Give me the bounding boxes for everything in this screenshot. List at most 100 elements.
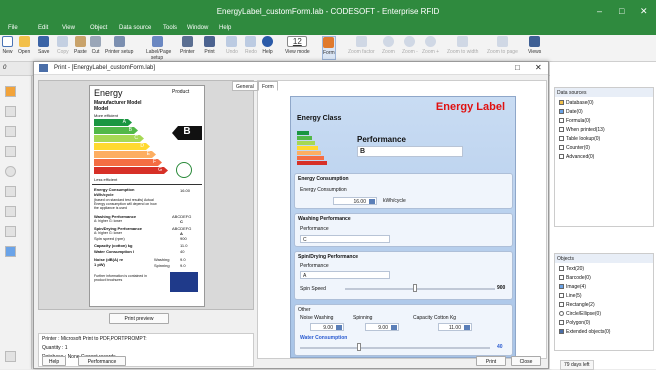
dialog-title-bar: Print - [EnergyLabel_customForm.lab] □ ✕: [34, 62, 548, 75]
washing-dropdown[interactable]: C: [300, 235, 390, 243]
image-tool-icon[interactable]: [5, 146, 16, 157]
menu-data-source[interactable]: Data source: [119, 25, 151, 31]
print-preview-button[interactable]: Print preview: [109, 313, 169, 324]
views-button[interactable]: Views: [528, 36, 541, 60]
save-button[interactable]: Save: [38, 36, 49, 60]
ds-formula[interactable]: Formula(0): [559, 118, 590, 124]
spin-speed-thumb[interactable]: [412, 284, 417, 292]
obj-circle[interactable]: Circle/Ellipse(0): [559, 311, 601, 317]
dialog-close-button[interactable]: ✕: [535, 63, 542, 72]
paste-button[interactable]: Paste: [74, 36, 87, 60]
view-mode-button[interactable]: 12 View mode: [285, 36, 310, 60]
redo-button[interactable]: Redo: [245, 36, 257, 60]
counter-icon: [559, 145, 564, 151]
dialog-maximize-button[interactable]: □: [515, 63, 520, 72]
menu-edit[interactable]: Edit: [38, 25, 48, 31]
text-tool-icon[interactable]: [5, 106, 16, 117]
ds-when-printed[interactable]: When printed(13): [559, 127, 605, 133]
print-button[interactable]: Print: [204, 36, 215, 60]
spinning-spinner[interactable]: 9.00: [365, 323, 399, 331]
tab-form[interactable]: Form: [258, 81, 278, 91]
zoom-in-button[interactable]: Zoom +: [422, 36, 439, 60]
printer-info: Printer : Microsoft Print to PDF,PORTPRO…: [38, 333, 254, 367]
table-tool-icon[interactable]: [5, 246, 16, 257]
menu-help[interactable]: Help: [219, 25, 231, 31]
open-button[interactable]: Open: [18, 36, 30, 60]
performance-button[interactable]: Performance: [78, 356, 126, 366]
mini-bar-e: [297, 151, 321, 155]
printer-setup-button[interactable]: Printer setup: [105, 36, 133, 60]
menu-view[interactable]: View: [62, 25, 75, 31]
help-button[interactable]: Help: [262, 36, 273, 60]
obj-line[interactable]: Line(5): [559, 293, 582, 299]
copy-button[interactable]: Copy: [57, 36, 69, 60]
obj-text[interactable]: Text(20): [559, 266, 584, 272]
menu-window[interactable]: Window: [187, 25, 208, 31]
zoom-button[interactable]: Zoom: [382, 36, 395, 60]
undo-button[interactable]: Undo: [226, 36, 238, 60]
spin-group: Spin/Drying Performance Performance A Sp…: [294, 251, 513, 300]
zoom-to-page-button[interactable]: Zoom to page: [487, 36, 518, 60]
ds-table-lookup[interactable]: Table lookup(0): [559, 136, 600, 142]
spin-speed-slider[interactable]: [345, 288, 495, 290]
obj-rectangle[interactable]: Rectangle(2): [559, 302, 595, 308]
new-button[interactable]: New: [2, 36, 13, 60]
form-mode-button[interactable]: Form: [322, 36, 336, 60]
label-noise-spinning: Spinning: [154, 263, 170, 268]
noise-washing-spinner[interactable]: 9.00: [310, 323, 344, 331]
printer-small-icon[interactable]: [5, 351, 16, 362]
zoom-factor-button[interactable]: Zoom factor: [348, 36, 375, 60]
mini-bar-b: [297, 136, 312, 140]
obj-barcode[interactable]: Barcode(0): [559, 275, 591, 281]
cut-button[interactable]: Cut: [90, 36, 101, 60]
maximize-button[interactable]: □: [619, 6, 624, 16]
rectangle-icon: [559, 302, 564, 308]
data-sources-panel: Data sources Database(0) Date(0) Formula…: [554, 87, 654, 227]
consumption-spinner[interactable]: 16.00: [333, 197, 377, 205]
label-noise-washing-value: 9.0: [180, 257, 186, 262]
zoom-to-width-button[interactable]: Zoom to width: [447, 36, 478, 60]
printer-button[interactable]: Printer: [180, 36, 195, 60]
water-slider[interactable]: [300, 347, 490, 349]
print-dialog-button[interactable]: Print: [476, 356, 506, 366]
rectangle-tool-icon[interactable]: [5, 186, 16, 197]
close-window-button[interactable]: ✕: [640, 6, 648, 17]
barcode-tool-icon[interactable]: [5, 126, 16, 137]
consumption-group-title: Energy Consumption: [298, 176, 349, 182]
tab-general[interactable]: General: [232, 81, 258, 91]
performance-dropdown[interactable]: B: [357, 146, 463, 157]
quantity-text: Quantity : 1: [42, 345, 68, 351]
menu-file[interactable]: File: [8, 25, 18, 31]
mini-bar-f: [297, 156, 324, 160]
font-size-field[interactable]: 0: [3, 65, 6, 71]
zoom-out-button[interactable]: Zoom -: [402, 36, 418, 60]
minimize-button[interactable]: –: [597, 6, 602, 16]
water-thumb[interactable]: [357, 343, 361, 351]
close-dialog-button[interactable]: Close: [511, 356, 541, 366]
scissors-icon: [90, 36, 101, 47]
label-less-efficient: Less efficient: [94, 177, 118, 182]
ds-date[interactable]: Date(0): [559, 109, 583, 115]
consumption-label: Energy Consumption: [300, 187, 347, 193]
ds-advanced[interactable]: Advanced(0): [559, 154, 594, 160]
spin-dropdown[interactable]: A: [300, 271, 390, 279]
class-bar-e: E: [94, 151, 156, 158]
obj-extended[interactable]: Extended objects(0): [559, 329, 610, 335]
polygon-tool-icon[interactable]: [5, 226, 16, 237]
ds-counter[interactable]: Counter(0): [559, 145, 590, 151]
help-dialog-button[interactable]: Help: [42, 356, 66, 366]
label-page-setup-button[interactable]: Label/Page setup: [146, 36, 171, 61]
spin-group-title: Spin/Drying Performance: [298, 254, 359, 260]
ds-database[interactable]: Database(0): [559, 100, 594, 106]
circle-tool-icon[interactable]: [5, 166, 16, 177]
menu-tools[interactable]: Tools: [163, 25, 177, 31]
menu-object[interactable]: Object: [90, 25, 107, 31]
select-tool-icon[interactable]: [5, 86, 16, 97]
washing-label: Performance: [300, 226, 329, 232]
label-noise-spinning-value: 9.0: [180, 263, 186, 268]
capacity-spinner[interactable]: 11.00: [438, 323, 472, 331]
obj-polygon[interactable]: Polygon(0): [559, 320, 590, 326]
obj-image[interactable]: Image(4): [559, 284, 586, 290]
line-tool-icon[interactable]: [5, 206, 16, 217]
printer-setup-icon: [113, 36, 125, 47]
